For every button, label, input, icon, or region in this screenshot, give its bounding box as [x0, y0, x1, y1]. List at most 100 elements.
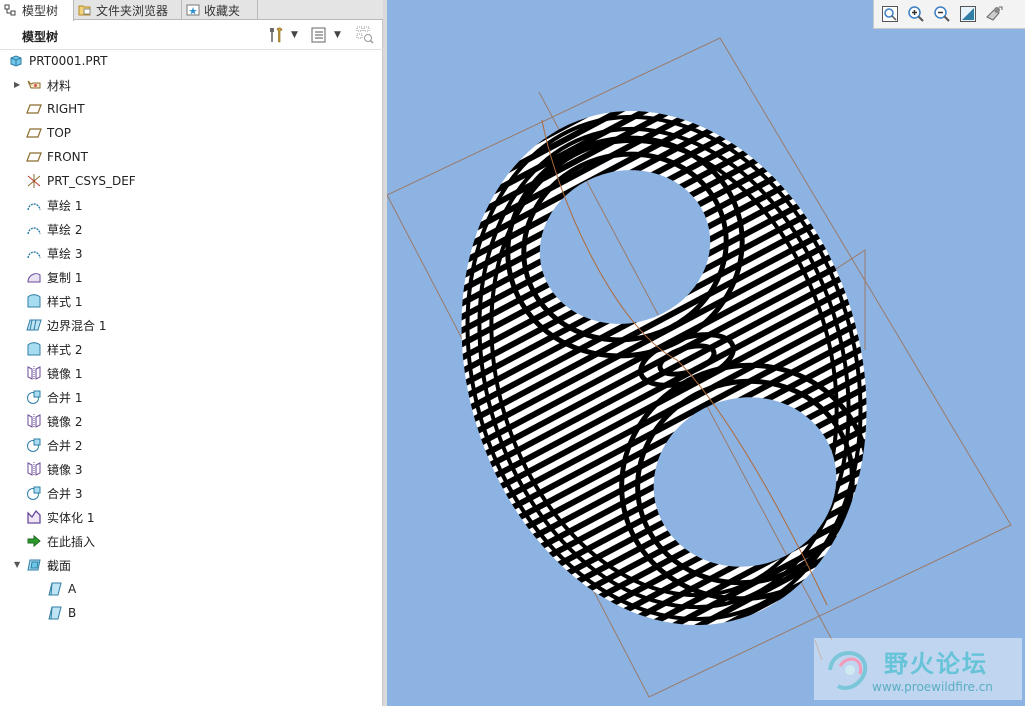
zoom-in-button[interactable] [906, 4, 926, 24]
tree-item-mirror-1[interactable]: 镜像 1 [26, 362, 82, 384]
tree-item-label: 在此插入 [47, 534, 96, 549]
tree-item-label: 合并 3 [47, 486, 83, 501]
tree-item-label: 边界混合 1 [47, 318, 107, 333]
expand-arrow-icon[interactable]: ▶ [14, 80, 20, 89]
zoom-out-button[interactable] [932, 4, 952, 24]
datum-plane-icon [26, 128, 42, 138]
tree-item-copy-1[interactable]: 复制 1 [26, 266, 82, 288]
tree-item-label: PRT_CSYS_DEF [47, 174, 136, 188]
display-style-button[interactable] [984, 4, 1004, 24]
tree-item-label: FRONT [47, 150, 88, 164]
solidify-icon [27, 509, 41, 524]
model-graphics [387, 0, 1025, 706]
tree-item-mirror-2[interactable]: 镜像 2 [26, 410, 82, 432]
material-icon [27, 80, 41, 89]
tree-item-label: A [68, 582, 77, 596]
collapse-arrow-icon[interactable]: ▼ [14, 560, 20, 569]
tab-model-tree-label: 模型树 [22, 4, 59, 18]
merge-icon [27, 390, 41, 404]
datum-plane-icon [26, 104, 42, 114]
filter-button[interactable] [355, 25, 375, 45]
tree-item-front[interactable]: FRONT [26, 146, 88, 168]
tree-item-label: 镜像 2 [47, 414, 83, 429]
settings-dropdown-button[interactable]: ▼ [267, 25, 298, 45]
tree-item-style-2[interactable]: 样式 2 [26, 338, 82, 360]
part-icon [10, 55, 22, 67]
display-style-icon [986, 6, 1003, 21]
tree-item-label: 样式 2 [47, 342, 83, 357]
tree-item-label: 实体化 1 [47, 510, 95, 525]
tree-item-style-1[interactable]: 样式 1 [26, 290, 82, 312]
merge-icon [27, 438, 41, 452]
tree-item-label: 合并 2 [47, 438, 83, 453]
show-icon [311, 27, 326, 43]
tree-item-merge-2[interactable]: 合并 2 [26, 434, 82, 456]
tree-item-label: 样式 1 [47, 294, 83, 309]
tree-item-label: 草绘 3 [47, 246, 83, 261]
sections-icon [27, 559, 41, 571]
tab-folder-browser[interactable]: 文件夹浏览器 [74, 0, 182, 20]
model-tree-panel: 模型树 文件夹浏览器 收藏夹 模型树 ▼ ▼ PRT0001.PRT ▶ 材料 … [0, 0, 383, 706]
tab-model-tree[interactable]: 模型树 [0, 0, 74, 21]
tree-item-section-a[interactable]: A [47, 578, 76, 600]
mirror-icon [27, 414, 41, 428]
tree-item-sketch-2[interactable]: 草绘 2 [26, 218, 82, 240]
csys-icon [27, 174, 41, 188]
tree-item-solidify-1[interactable]: 实体化 1 [26, 506, 94, 528]
refit-icon [882, 6, 898, 22]
tree-item-top[interactable]: TOP [26, 122, 71, 144]
tree-item-label: PRT0001.PRT [29, 54, 108, 68]
favorites-icon [186, 4, 200, 16]
mirror-icon [27, 462, 41, 476]
tab-favorites[interactable]: 收藏夹 [182, 0, 258, 20]
style-icon [27, 294, 41, 308]
tree-item-label: 草绘 1 [47, 198, 83, 213]
show-dropdown-button[interactable]: ▼ [310, 25, 341, 45]
tree-item-part[interactable]: PRT0001.PRT [8, 50, 107, 72]
sketch-icon [27, 203, 41, 211]
tree-item-label: B [68, 606, 77, 620]
forum-watermark: 野火论坛 www.proewildfire.cn [814, 638, 1022, 700]
tree-item-sketch-3[interactable]: 草绘 3 [26, 242, 82, 264]
tree-item-label: TOP [47, 126, 72, 140]
folder-browser-icon [78, 5, 91, 16]
mirror-icon [27, 366, 41, 380]
repaint-icon [960, 6, 976, 22]
tree-item-csys[interactable]: PRT_CSYS_DEF [26, 170, 136, 192]
sketch-icon [27, 251, 41, 259]
tree-item-label: 草绘 2 [47, 222, 83, 237]
zoom-in-icon [908, 6, 924, 22]
tree-title: 模型树 [22, 30, 59, 44]
tree-item-label: 镜像 3 [47, 462, 83, 477]
graphics-viewport[interactable]: 野火论坛 www.proewildfire.cn [387, 0, 1025, 706]
sketch-icon [27, 227, 41, 235]
tree-item-label: 复制 1 [47, 270, 83, 285]
tree-item-right[interactable]: RIGHT [26, 98, 85, 120]
refit-button[interactable] [880, 4, 900, 24]
tree-item-material[interactable]: ▶ 材料 [14, 74, 71, 96]
tree-item-section-b[interactable]: B [47, 602, 76, 624]
tree-item-insert-here[interactable]: 在此插入 [26, 530, 95, 552]
settings-tools-icon [270, 27, 283, 43]
tree-item-merge-3[interactable]: 合并 3 [26, 482, 82, 504]
tree-item-boundary-blend-1[interactable]: 边界混合 1 [26, 314, 106, 336]
zebra-ring-surface [387, 0, 1025, 706]
copy-icon [27, 273, 41, 283]
section-icon [48, 606, 62, 620]
tree-item-sketch-1[interactable]: 草绘 1 [26, 194, 82, 216]
forum-logo-icon [828, 651, 868, 690]
tree-item-merge-1[interactable]: 合并 1 [26, 386, 82, 408]
view-toolbar [873, 0, 1025, 29]
model-tree-icon [4, 4, 16, 15]
tree-item-sections[interactable]: ▼ 截面 [14, 554, 72, 576]
tree-item-label: 截面 [47, 558, 72, 573]
tab-favorites-label: 收藏夹 [204, 3, 241, 18]
tab-folder-browser-label: 文件夹浏览器 [96, 3, 169, 18]
datum-plane-icon [26, 152, 42, 162]
repaint-button[interactable] [958, 4, 978, 24]
navigator-tab-bar: 模型树 文件夹浏览器 收藏夹 [0, 0, 383, 21]
tree-item-label: RIGHT [47, 102, 85, 116]
tree-header: 模型树 ▼ ▼ [0, 20, 383, 50]
boundary-blend-icon [26, 319, 42, 331]
tree-item-mirror-3[interactable]: 镜像 3 [26, 458, 82, 480]
